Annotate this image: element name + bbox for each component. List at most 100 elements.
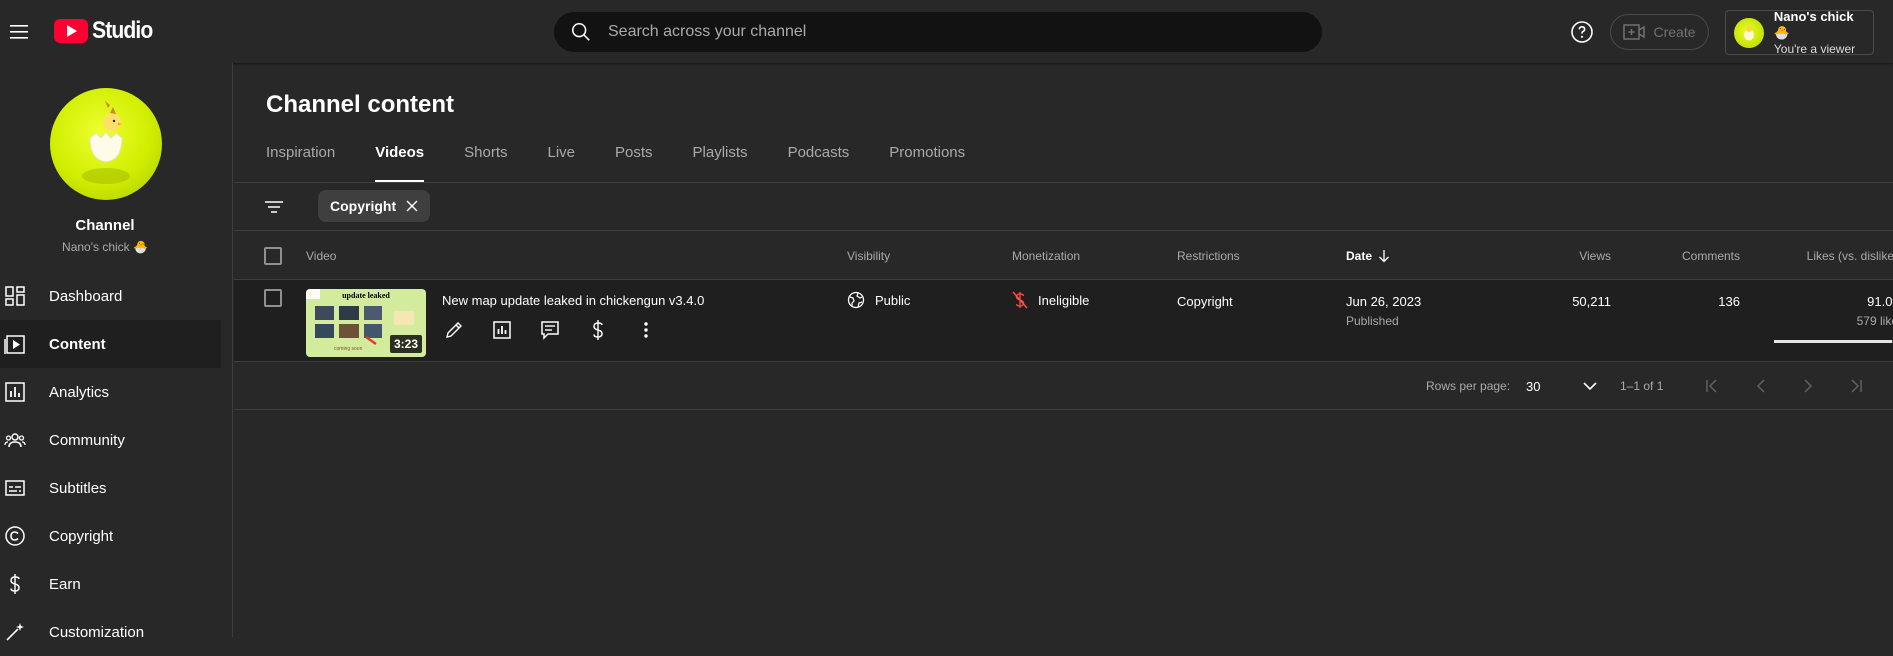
channel-name: Nano's chick 🐣 [62, 240, 148, 254]
subtitles-icon [4, 477, 26, 499]
sidebar-item-dashboard[interactable]: Dashboard [0, 272, 221, 320]
thumbnail-caption: coming soon [334, 346, 363, 352]
create-label: Create [1653, 24, 1696, 40]
visibility-value: Public [875, 292, 911, 308]
sidebar: Channel Nano's chick 🐣 Dashboard Content… [0, 63, 233, 641]
sidebar-item-earn[interactable]: Earn [0, 560, 221, 608]
sidebar-item-label: Customization [49, 623, 145, 641]
visibility-cell[interactable]: Public [847, 291, 910, 309]
column-date: Date [1346, 249, 1373, 263]
tab-shorts[interactable]: Shorts [464, 137, 507, 181]
likes-count: 579 likes [1856, 314, 1893, 328]
next-page-icon[interactable] [1798, 376, 1818, 396]
chick-icon [1743, 25, 1754, 40]
sidebar-item-label: Earn [49, 575, 81, 593]
content-tabs: Inspiration Videos Shorts Live Posts Pla… [266, 137, 1005, 183]
search-input[interactable] [608, 23, 1288, 41]
dollar-icon [4, 573, 26, 595]
youtube-logo-icon [54, 19, 88, 43]
more-options-icon[interactable] [634, 318, 658, 342]
monetization-cell[interactable]: Ineligible [1012, 291, 1089, 309]
last-page-icon[interactable] [1846, 376, 1866, 396]
edit-pencil-icon[interactable] [442, 318, 466, 342]
studio-logo[interactable]: Studio [54, 17, 161, 45]
sidebar-item-community[interactable]: Community [0, 416, 221, 464]
sidebar-item-label: Content [49, 335, 106, 353]
sidebar-item-label: Copyright [49, 527, 114, 545]
tab-podcasts[interactable]: Podcasts [788, 137, 850, 181]
avatar [1734, 17, 1764, 48]
filter-chip-copyright[interactable]: Copyright [318, 190, 431, 222]
tab-playlists[interactable]: Playlists [693, 137, 748, 181]
previous-page-icon[interactable] [1751, 376, 1771, 396]
column-visibility: Visibility [847, 249, 891, 263]
monetization-dollar-icon[interactable] [586, 318, 610, 342]
column-date-sort[interactable]: Date [1346, 249, 1390, 263]
column-video: Video [306, 249, 337, 263]
rows-per-page-select[interactable]: 30 [1526, 373, 1598, 399]
restrictions-value[interactable]: Copyright [1177, 294, 1233, 309]
dashboard-icon [4, 285, 26, 307]
no-dollar-icon [1012, 291, 1028, 309]
search-icon [571, 22, 590, 41]
rows-per-page-value: 30 [1526, 378, 1541, 394]
column-comments: Comments [1681, 249, 1740, 263]
tab-promotions[interactable]: Promotions [889, 137, 965, 181]
sidebar-item-subtitles[interactable]: Subtitles [0, 464, 221, 512]
pagination-bar: Rows per page: 30 1–1 of 1 [234, 362, 1893, 410]
channel-avatar[interactable] [50, 88, 162, 200]
sidebar-item-copyright[interactable]: Copyright [0, 512, 221, 560]
filter-chip-label: Copyright [330, 198, 397, 214]
duration-badge: 3:23 [389, 335, 422, 353]
globe-icon [847, 291, 865, 309]
help-icon[interactable] [1570, 20, 1594, 44]
copyright-icon [4, 525, 26, 547]
customization-icon [4, 621, 26, 643]
video-title[interactable]: New map update leaked in chickengun v3.4… [442, 293, 704, 308]
content-icon [4, 333, 26, 355]
close-icon[interactable] [406, 200, 418, 212]
table-header: Video Visibility Monetization Restrictio… [234, 232, 1893, 280]
column-restrictions: Restrictions [1177, 249, 1240, 263]
tab-posts[interactable]: Posts [615, 137, 653, 181]
main-content: Channel content Inspiration Videos Short… [234, 63, 1893, 637]
table-row[interactable]: update leaked coming soon 3:23 New map u… [234, 280, 1893, 362]
filter-bar: Copyright [234, 183, 1893, 231]
views-value: 50,211 [1572, 294, 1611, 309]
sidebar-item-label: Community [49, 431, 125, 449]
video-thumbnail[interactable]: update leaked coming soon 3:23 [306, 289, 426, 357]
rows-per-page-label: Rows per page: [1426, 379, 1511, 393]
column-likes: Likes (vs. dislikes) [1806, 249, 1893, 263]
tab-inspiration[interactable]: Inspiration [266, 137, 335, 181]
account-switcher[interactable]: Nano's chick 🐣 You're a viewer [1725, 8, 1874, 56]
community-icon [4, 429, 26, 451]
tab-videos[interactable]: Videos [375, 137, 424, 183]
top-bar: Studio Create Nano's chick 🐣 You're a vi… [0, 0, 1893, 63]
sidebar-item-analytics[interactable]: Analytics [0, 368, 221, 416]
analytics-icon[interactable] [490, 318, 514, 342]
comments-icon[interactable] [538, 318, 562, 342]
search-bar[interactable] [554, 12, 1322, 52]
select-all-checkbox[interactable] [264, 247, 282, 265]
menu-icon[interactable] [4, 16, 36, 48]
channel-label: Channel [75, 217, 135, 234]
first-page-icon[interactable] [1702, 376, 1722, 396]
comments-value: 136 [1718, 294, 1740, 309]
tab-live[interactable]: Live [548, 137, 576, 181]
row-actions [442, 318, 658, 342]
create-button[interactable]: Create [1610, 14, 1709, 50]
row-checkbox[interactable] [264, 289, 282, 307]
sidebar-item-label: Dashboard [49, 287, 123, 305]
sidebar-item-label: Subtitles [49, 479, 107, 497]
date-status: Published [1346, 314, 1399, 328]
sidebar-item-customization[interactable]: Customization [0, 608, 221, 656]
likes-ratio-bar [1774, 340, 1893, 343]
account-name: Nano's chick 🐣 [1773, 8, 1854, 40]
chevron-down-icon [1583, 382, 1597, 391]
chick-egg-icon [82, 101, 130, 184]
sidebar-item-content[interactable]: Content [0, 320, 221, 368]
filter-icon[interactable] [262, 195, 286, 219]
analytics-icon [4, 381, 26, 403]
likes-percent: 91.0% [1867, 294, 1893, 309]
sidebar-item-label: Analytics [49, 383, 110, 401]
